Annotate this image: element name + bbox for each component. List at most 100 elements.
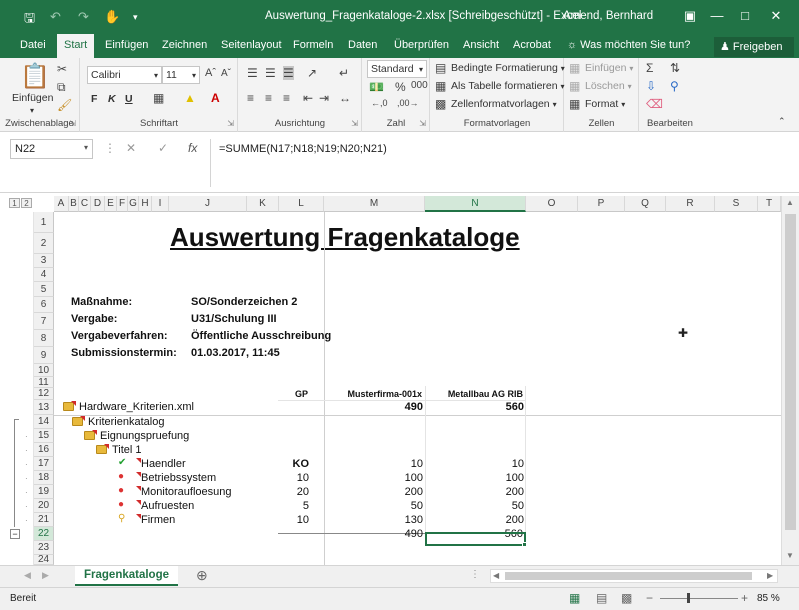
zoom-level[interactable]: 85 % [757, 593, 780, 604]
scroll-right-icon[interactable]: ▶ [767, 571, 773, 580]
save-icon[interactable]: 🖫 [24, 9, 35, 31]
row-header-1[interactable]: 1 [34, 212, 54, 233]
font-color-icon[interactable]: A [211, 91, 220, 105]
selected-cell-n22[interactable] [425, 532, 526, 546]
tell-me-search[interactable]: ☼ Was möchten Sie tun? [567, 39, 690, 51]
insert-cells-button[interactable]: Einfügen ▾ [585, 62, 633, 74]
undo-icon[interactable]: ↶ [50, 9, 61, 25]
tree-item-name[interactable]: Kriterienkatalog [88, 416, 164, 428]
header-bidder-1[interactable]: Musterfirma-001x [326, 389, 422, 399]
tab-datei[interactable]: Datei [20, 39, 46, 51]
wrap-text-icon[interactable]: ↵ [339, 66, 349, 80]
page-break-view-icon[interactable]: ▩ [621, 591, 632, 605]
tree-item-gp[interactable]: 10 [279, 472, 309, 484]
column-header-a[interactable]: A [54, 196, 69, 212]
insert-function-icon[interactable]: fx [188, 141, 197, 155]
tree-item-gp[interactable]: 5 [279, 500, 309, 512]
row-header-13[interactable]: 13 [34, 400, 54, 415]
font-size-select[interactable]: 11 ▾ [162, 66, 200, 84]
tree-item-name[interactable]: Monitoraufloesung [141, 486, 232, 498]
column-header-o[interactable]: O [526, 196, 578, 212]
row-header-18[interactable]: 18 [34, 471, 54, 485]
alignment-launcher-icon[interactable]: ⇲ [351, 119, 358, 128]
outline-collapse-button[interactable]: − [10, 529, 20, 539]
collapse-ribbon-icon[interactable]: ⌃ [778, 116, 786, 127]
clipboard-launcher-icon[interactable]: ⇲ [69, 119, 76, 128]
prev-sheet-icon[interactable]: ◀ [24, 570, 31, 581]
column-header-p[interactable]: P [578, 196, 625, 212]
increase-indent-icon[interactable]: ⇥ [319, 91, 329, 105]
column-header-d[interactable]: D [91, 196, 105, 212]
user-name[interactable]: Amend, Bernhard [563, 10, 653, 22]
format-painter-icon[interactable]: 🖌 [57, 98, 72, 112]
horizontal-scroll-thumb[interactable] [505, 572, 752, 580]
percent-icon[interactable]: % [395, 80, 406, 94]
sheet-title[interactable]: Auswertung Fragenkataloge [170, 222, 520, 253]
column-header-m[interactable]: M [324, 196, 425, 212]
zoom-out-icon[interactable]: − [646, 591, 653, 605]
row-header-3[interactable]: 3 [34, 254, 54, 268]
zoom-slider[interactable] [660, 598, 738, 599]
tree-item-name[interactable]: Hardware_Kriterien.xml [79, 401, 194, 413]
row-header-10[interactable]: 10 [34, 364, 54, 377]
vertical-scrollbar[interactable]: ▲ ▼ [781, 196, 799, 565]
vertical-scroll-thumb[interactable] [785, 214, 796, 530]
increase-decimal-icon[interactable]: ←,0 [371, 98, 388, 108]
borders-icon[interactable]: ▦ [153, 91, 164, 105]
font-name-select[interactable]: Calibri ▾ [87, 66, 162, 84]
paste-dropdown-icon[interactable]: ▾ [30, 106, 34, 115]
find-select-icon[interactable]: ⚲ [670, 79, 679, 93]
column-header-n[interactable]: N [425, 196, 526, 212]
normal-view-icon[interactable]: ▦ [569, 591, 580, 605]
info-label-verfahren[interactable]: Vergabeverfahren: [71, 330, 168, 342]
ribbon-display-icon[interactable]: ▣ [678, 6, 702, 26]
tree-item-bidder-1[interactable]: 200 [326, 486, 423, 498]
currency-icon[interactable]: 💵 [369, 80, 384, 94]
tree-item-name[interactable]: Betriebssystem [141, 472, 216, 484]
row-header-17[interactable]: 17 [34, 457, 54, 471]
italic-button[interactable]: K [108, 93, 116, 105]
fill-color-icon[interactable]: ▲ [184, 91, 196, 105]
row-header-23[interactable]: 23 [34, 541, 54, 555]
number-launcher-icon[interactable]: ⇲ [419, 119, 426, 128]
tab-ansicht[interactable]: Ansicht [463, 39, 499, 51]
tree-item-bidder-2[interactable]: 560 [427, 401, 524, 413]
close-icon[interactable]: ✕ [764, 6, 788, 26]
column-header-i[interactable]: I [152, 196, 169, 212]
zoom-in-icon[interactable]: + [741, 591, 748, 605]
tree-item-name[interactable]: Eignungspruefung [100, 430, 189, 442]
tab-daten[interactable]: Daten [348, 39, 377, 51]
row-header-9[interactable]: 9 [34, 347, 54, 364]
tab-start[interactable]: Start [57, 34, 95, 58]
tree-item-gp[interactable]: 10 [279, 514, 309, 526]
underline-button[interactable]: U [125, 93, 133, 105]
cell-styles-button[interactable]: Zellenformatvorlagen ▾ [451, 98, 557, 110]
tree-item-bidder-1[interactable]: 130 [326, 514, 423, 526]
tree-item-bidder-2[interactable]: 50 [427, 500, 524, 512]
name-box[interactable]: N22 [10, 139, 93, 159]
tree-item-bidder-2[interactable]: 10 [427, 458, 524, 470]
worksheet-grid[interactable]: 1 2 ABCDEFGHIJKLMNOPQRST 1 2 3 4 5 6 7 8 9 10 11 12… [8, 196, 781, 565]
column-header-c[interactable]: C [79, 196, 91, 212]
name-box-dropdown-icon[interactable]: ▾ [84, 143, 88, 152]
align-bottom-icon[interactable]: ☰ [283, 66, 294, 80]
tree-item-bidder-1[interactable]: 490 [326, 401, 423, 413]
scroll-left-icon[interactable]: ◀ [493, 571, 499, 580]
align-center-icon[interactable]: ≡ [265, 91, 272, 105]
row-header-21[interactable]: 21 [34, 513, 54, 527]
outline-level-1[interactable]: 1 [9, 198, 20, 208]
column-header-j[interactable]: J [169, 196, 247, 212]
next-sheet-icon[interactable]: ▶ [42, 570, 49, 581]
delete-cells-button[interactable]: Löschen ▾ [585, 80, 632, 92]
tree-item-name[interactable]: Aufruesten [141, 500, 194, 512]
font-launcher-icon[interactable]: ⇲ [227, 119, 234, 128]
scroll-up-icon[interactable]: ▲ [786, 198, 794, 207]
grow-font-icon[interactable]: Aˆ [205, 67, 216, 79]
column-header-b[interactable]: B [69, 196, 79, 212]
align-middle-icon[interactable]: ☰ [265, 66, 276, 80]
sheet-tab-fragenkataloge[interactable]: Fragenkataloge [75, 566, 178, 586]
align-right-icon[interactable]: ≡ [283, 91, 290, 105]
tree-item-gp[interactable]: KO [279, 458, 310, 470]
horizontal-scrollbar[interactable]: ◀ ▶ [490, 569, 778, 583]
row-header-12[interactable]: 12 [34, 388, 54, 400]
